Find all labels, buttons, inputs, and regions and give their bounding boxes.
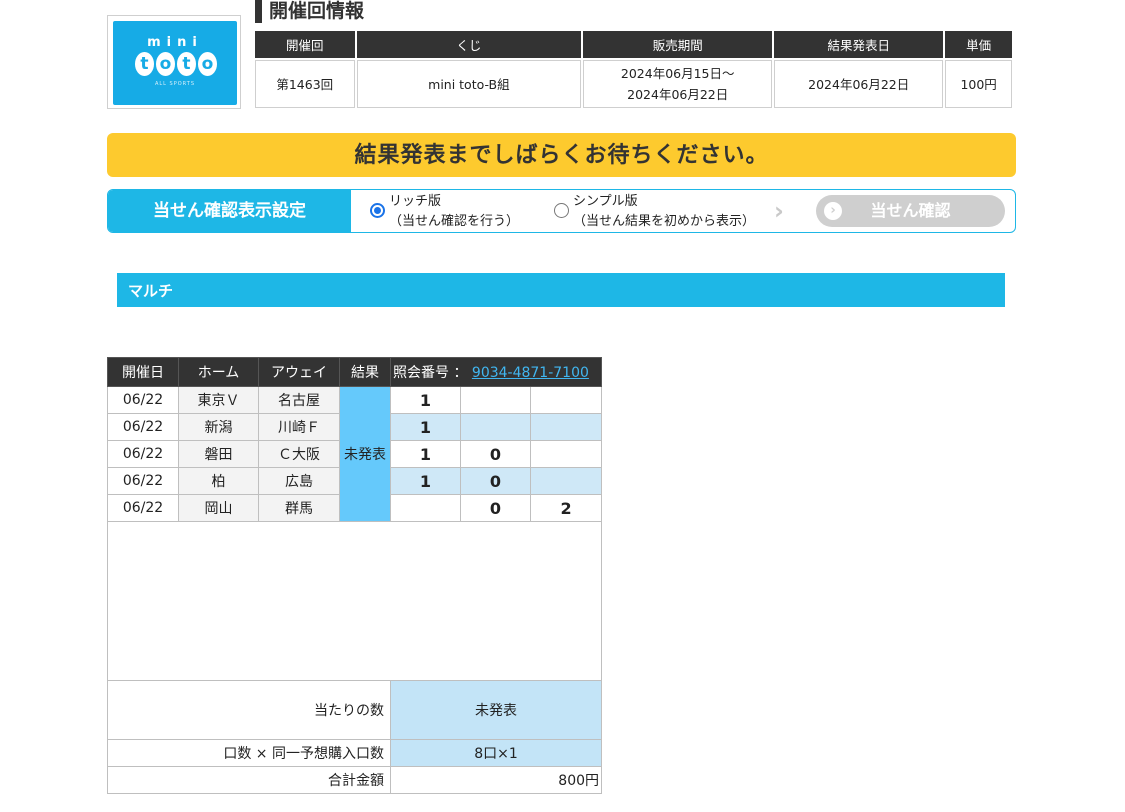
blank-row bbox=[106, 521, 603, 681]
lottery-name: mini toto-B組 bbox=[356, 60, 582, 108]
unit-price: 100円 bbox=[945, 60, 1012, 108]
header-sale-period: 販売期間 bbox=[583, 31, 773, 58]
logo-letter: o bbox=[198, 52, 217, 76]
pick-away-win bbox=[529, 467, 603, 495]
home-team: 東京Ｖ bbox=[178, 386, 259, 414]
display-setting-bar: 当せん確認表示設定 リッチ版 （当せん確認を行う） シンプル版 （当せん結果を初… bbox=[107, 189, 1016, 233]
pick-home-win: 1 bbox=[390, 467, 461, 495]
total-value: 800円 bbox=[389, 766, 603, 794]
logo-subtext: ALL SPORTS bbox=[154, 81, 196, 87]
match-picks-table: 開催日 ホーム アウェイ 結果 照会番号 ： 9034-4871-7100 06… bbox=[106, 357, 603, 794]
pick-draw: 0 bbox=[460, 494, 531, 522]
reference-number-link[interactable]: 9034-4871-7100 bbox=[472, 365, 589, 381]
pick-home-win: 1 bbox=[390, 440, 461, 468]
pick-draw bbox=[460, 413, 531, 441]
sale-period: 2024年06月15日〜 2024年06月22日 bbox=[583, 60, 773, 108]
logo-letter: t bbox=[135, 52, 154, 76]
sale-end: 2024年06月22日 bbox=[627, 87, 729, 102]
radio-rich-selected[interactable] bbox=[370, 203, 385, 218]
home-team: 岡山 bbox=[178, 494, 259, 522]
match-date: 06/22 bbox=[107, 386, 179, 414]
pick-home-win: 1 bbox=[390, 413, 461, 441]
summary-hits-row: 当たりの数 未発表 bbox=[107, 680, 603, 740]
match-date: 06/22 bbox=[107, 440, 179, 468]
logo-letter: t bbox=[177, 52, 196, 76]
pick-draw: 0 bbox=[460, 467, 531, 495]
sale-start: 2024年06月15日〜 bbox=[620, 66, 735, 81]
match-date: 06/22 bbox=[107, 467, 179, 495]
col-away: アウェイ bbox=[258, 357, 340, 387]
pick-home-win bbox=[390, 494, 461, 522]
pick-away-win bbox=[529, 386, 603, 414]
home-team: 柏 bbox=[178, 467, 259, 495]
reference-label: 照会番号 ： bbox=[393, 365, 468, 381]
away-team: 広島 bbox=[258, 467, 340, 495]
header-unit-price: 単価 bbox=[945, 31, 1012, 58]
logo-mini-text: mini bbox=[147, 35, 203, 50]
col-home: ホーム bbox=[178, 357, 259, 387]
waiting-results-banner: 結果発表までしばらくお待ちください。 bbox=[107, 133, 1016, 177]
check-winning-label: 当せん確認 bbox=[870, 201, 951, 220]
radio-simple-title: シンプル版 bbox=[573, 194, 638, 209]
home-team: 磐田 bbox=[178, 440, 259, 468]
radio-rich-option[interactable]: リッチ版 （当せん確認を行う） bbox=[370, 190, 550, 232]
col-reference: 照会番号 ： 9034-4871-7100 bbox=[389, 357, 603, 387]
header-round: 開催回 bbox=[255, 31, 355, 58]
logo-letter: o bbox=[156, 52, 175, 76]
radio-rich-desc: （当せん確認を行う） bbox=[389, 214, 520, 229]
result-status: 未発表 bbox=[339, 386, 391, 522]
away-team: 川崎Ｆ bbox=[258, 413, 340, 441]
col-date: 開催日 bbox=[107, 357, 179, 387]
minitoto-logo: mini t o t o ALL SPORTS bbox=[107, 15, 241, 109]
header-lottery: くじ bbox=[356, 31, 582, 58]
radio-rich-title: リッチ版 bbox=[389, 194, 442, 209]
summary-total-row: 合計金額 800円 bbox=[107, 766, 603, 794]
away-team: 名古屋 bbox=[258, 386, 340, 414]
pick-draw: 0 bbox=[460, 440, 531, 468]
logo-toto-text: t o t o bbox=[135, 52, 217, 76]
radio-simple-text: シンプル版 （当せん結果を初めから表示） bbox=[573, 192, 755, 232]
result-date: 2024年06月22日 bbox=[774, 60, 944, 108]
radio-simple-desc: （当せん結果を初めから表示） bbox=[573, 214, 756, 229]
pick-draw bbox=[460, 386, 531, 414]
away-team: 群馬 bbox=[258, 494, 340, 522]
round-number: 第1463回 bbox=[255, 60, 355, 108]
round-info-table: 開催回 くじ 販売期間 結果発表日 単価 第1463回 mini toto-B組… bbox=[253, 29, 1014, 110]
units-label: 口数 × 同一予想購入口数 bbox=[107, 739, 391, 767]
away-team: Ｃ大阪 bbox=[258, 440, 340, 468]
table-row: 06/22 東京Ｖ 名古屋 未発表 1 bbox=[107, 386, 603, 522]
radio-rich-text: リッチ版 （当せん確認を行う） bbox=[389, 192, 519, 232]
empty-area bbox=[106, 521, 603, 681]
check-winning-button[interactable]: › 当せん確認 bbox=[816, 195, 1005, 227]
pick-away-win bbox=[529, 413, 603, 441]
hits-value: 未発表 bbox=[389, 680, 603, 740]
col-result: 結果 bbox=[339, 357, 391, 387]
pick-away-win: 2 bbox=[529, 494, 603, 522]
match-date: 06/22 bbox=[107, 413, 179, 441]
display-setting-label: 当せん確認表示設定 bbox=[108, 190, 351, 232]
match-date: 06/22 bbox=[107, 494, 179, 522]
hits-label: 当たりの数 bbox=[107, 680, 391, 740]
home-team: 新潟 bbox=[178, 413, 259, 441]
chevron-right-icon: › bbox=[774, 197, 784, 225]
units-value: 8口×1 bbox=[389, 739, 603, 767]
multi-section-header: マルチ bbox=[117, 273, 1005, 307]
header-result-date: 結果発表日 bbox=[774, 31, 944, 58]
pick-away-win bbox=[529, 440, 603, 468]
summary-units-row: 口数 × 同一予想購入口数 8口×1 bbox=[107, 739, 603, 767]
total-label: 合計金額 bbox=[107, 766, 391, 794]
radio-simple[interactable] bbox=[554, 203, 569, 218]
arrow-right-icon: › bbox=[824, 202, 842, 220]
radio-simple-option[interactable]: シンプル版 （当せん結果を初めから表示） bbox=[554, 190, 764, 232]
info-section-title: 開催回情報 bbox=[255, 0, 364, 23]
pick-home-win: 1 bbox=[390, 386, 461, 414]
minitoto-logo-badge: mini t o t o ALL SPORTS bbox=[113, 21, 237, 105]
